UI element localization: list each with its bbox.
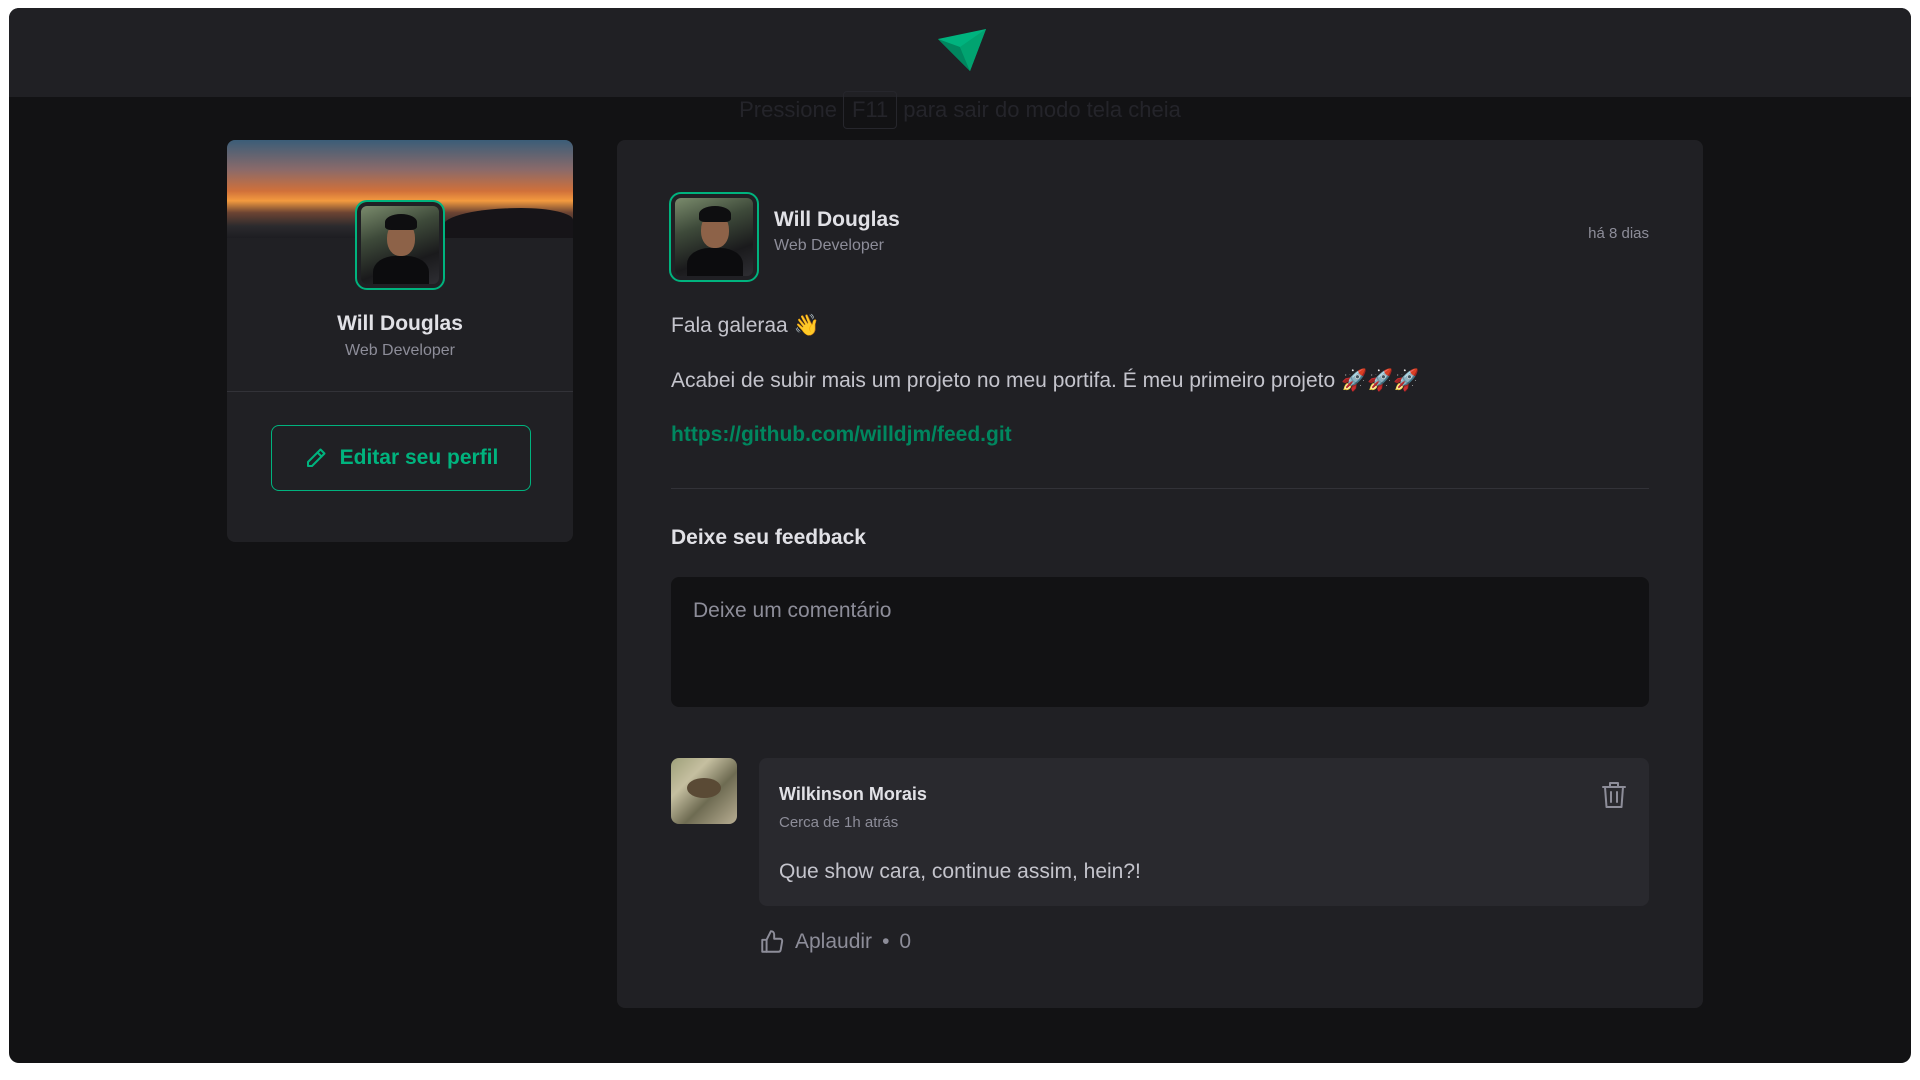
commenter-avatar[interactable]: [671, 758, 737, 824]
post-author-avatar[interactable]: [669, 192, 759, 282]
applaud-button[interactable]: Aplaudir • 0: [759, 925, 911, 959]
post-divider: [671, 488, 1649, 489]
app-frame: Pressione F11 para sair do modo tela cheia…: [9, 8, 1911, 1063]
post-link[interactable]: https://github.com/willdjm/feed.git: [671, 423, 1012, 447]
commenter-name: Wilkinson Morais: [779, 784, 927, 804]
pencil-icon: [306, 448, 326, 467]
edit-profile-button[interactable]: Editar seu perfil: [271, 425, 531, 491]
paper-plane-logo-icon[interactable]: [936, 25, 988, 77]
applaud-separator: •: [882, 930, 890, 953]
comment-text: Que show cara, continue assim, hein?!: [779, 860, 1141, 883]
profile-role: Web Developer: [345, 342, 455, 359]
post-author-role: Web Developer: [774, 237, 884, 254]
profile-name: Will Douglas: [337, 312, 463, 335]
post-greeting: Fala galeraa 👋: [671, 314, 820, 337]
fullscreen-hint: Pressione F11 para sair do modo tela cheia: [9, 90, 1911, 130]
trash-icon: [1602, 782, 1626, 808]
sidebar-divider: [227, 391, 573, 392]
thumbs-up-icon: [761, 930, 784, 953]
edit-profile-label: Editar seu perfil: [339, 446, 499, 469]
post-author-name: Will Douglas: [774, 208, 900, 231]
fullscreen-hint-key: F11: [842, 91, 898, 129]
comment-timestamp: Cerca de 1h atrás: [779, 814, 899, 831]
comment-box: Wilkinson Morais Cerca de 1h atrás Que s…: [759, 758, 1649, 906]
applaud-count: 0: [899, 930, 912, 953]
profile-sidebar: Will Douglas Web Developer Editar seu pe…: [227, 140, 573, 542]
post-paragraph: Acabei de subir mais um projeto no meu p…: [671, 369, 1420, 392]
delete-comment-button[interactable]: [1599, 780, 1629, 812]
post-timestamp: há 8 dias: [1588, 225, 1649, 242]
post-card: Will Douglas Web Developer há 8 dias Fal…: [617, 140, 1703, 1008]
header: [9, 8, 1911, 97]
feedback-title: Deixe seu feedback: [671, 526, 866, 549]
comment-input[interactable]: [671, 577, 1649, 707]
fullscreen-hint-after: para sair do modo tela cheia: [903, 97, 1181, 122]
fullscreen-hint-before: Pressione: [739, 97, 837, 122]
applaud-label: Aplaudir: [795, 930, 873, 953]
profile-avatar[interactable]: [355, 200, 445, 290]
